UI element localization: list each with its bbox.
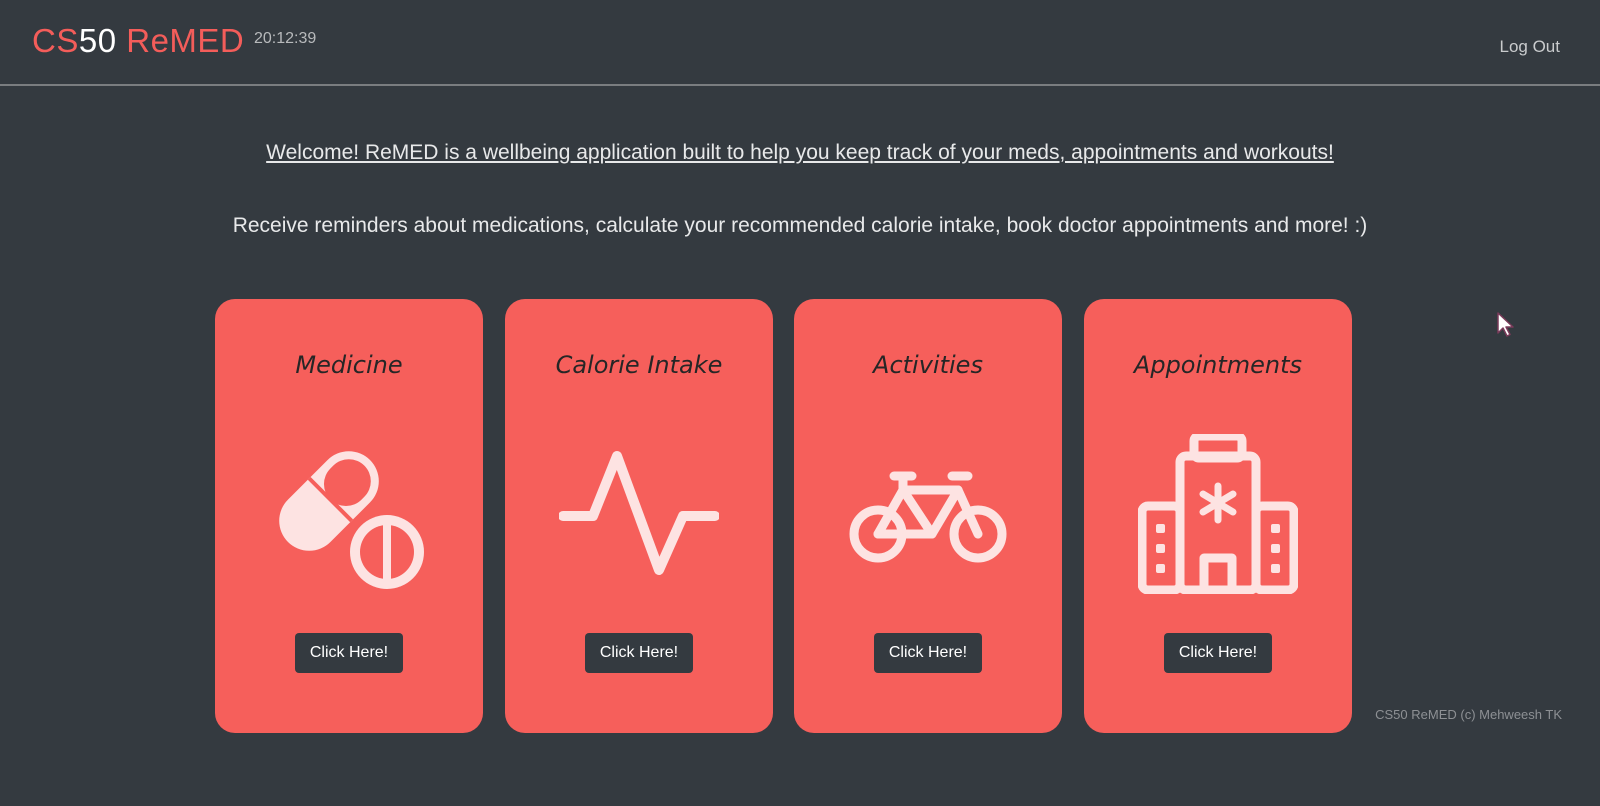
description-text: Receive reminders about medications, cal…	[232, 214, 1368, 237]
activities-button[interactable]: Click Here!	[874, 633, 982, 673]
calorie-button[interactable]: Click Here!	[585, 633, 693, 673]
heartbeat-icon	[559, 451, 719, 575]
card-title: Appointments	[1133, 351, 1303, 379]
brand-remed: ReMED	[116, 22, 245, 59]
mouse-cursor-icon	[1497, 312, 1514, 337]
appointments-button[interactable]: Click Here!	[1164, 633, 1272, 673]
pills-icon	[279, 451, 424, 589]
card-title: Activities	[873, 351, 983, 379]
card-title: Calorie Intake	[555, 351, 723, 379]
welcome-link[interactable]: Welcome! ReMED is a wellbeing applicatio…	[0, 141, 1600, 165]
medicine-button[interactable]: Click Here!	[295, 633, 403, 673]
bicycle-icon	[849, 471, 1007, 563]
brand-logo[interactable]: CS50 ReMED	[32, 22, 244, 60]
card-activities: Activities Click Here!	[794, 299, 1062, 733]
navbar: CS50 ReMED 20:12:39 Log Out	[0, 0, 1600, 86]
card-title: Medicine	[295, 351, 403, 379]
card-calorie-intake: Calorie Intake Click Here!	[505, 299, 773, 733]
clock-time: 20:12:39	[254, 30, 317, 47]
footer-copyright: CS50 ReMED (c) Mehweesh TK	[1375, 707, 1562, 722]
logout-link[interactable]: Log Out	[1500, 37, 1561, 57]
card-appointments: Appointments Click Here!	[1084, 299, 1352, 733]
brand-50: 50	[78, 22, 117, 59]
hospital-icon	[1138, 434, 1298, 594]
brand-cs: CS	[32, 22, 79, 59]
card-medicine: Medicine Click Here!	[215, 299, 483, 733]
